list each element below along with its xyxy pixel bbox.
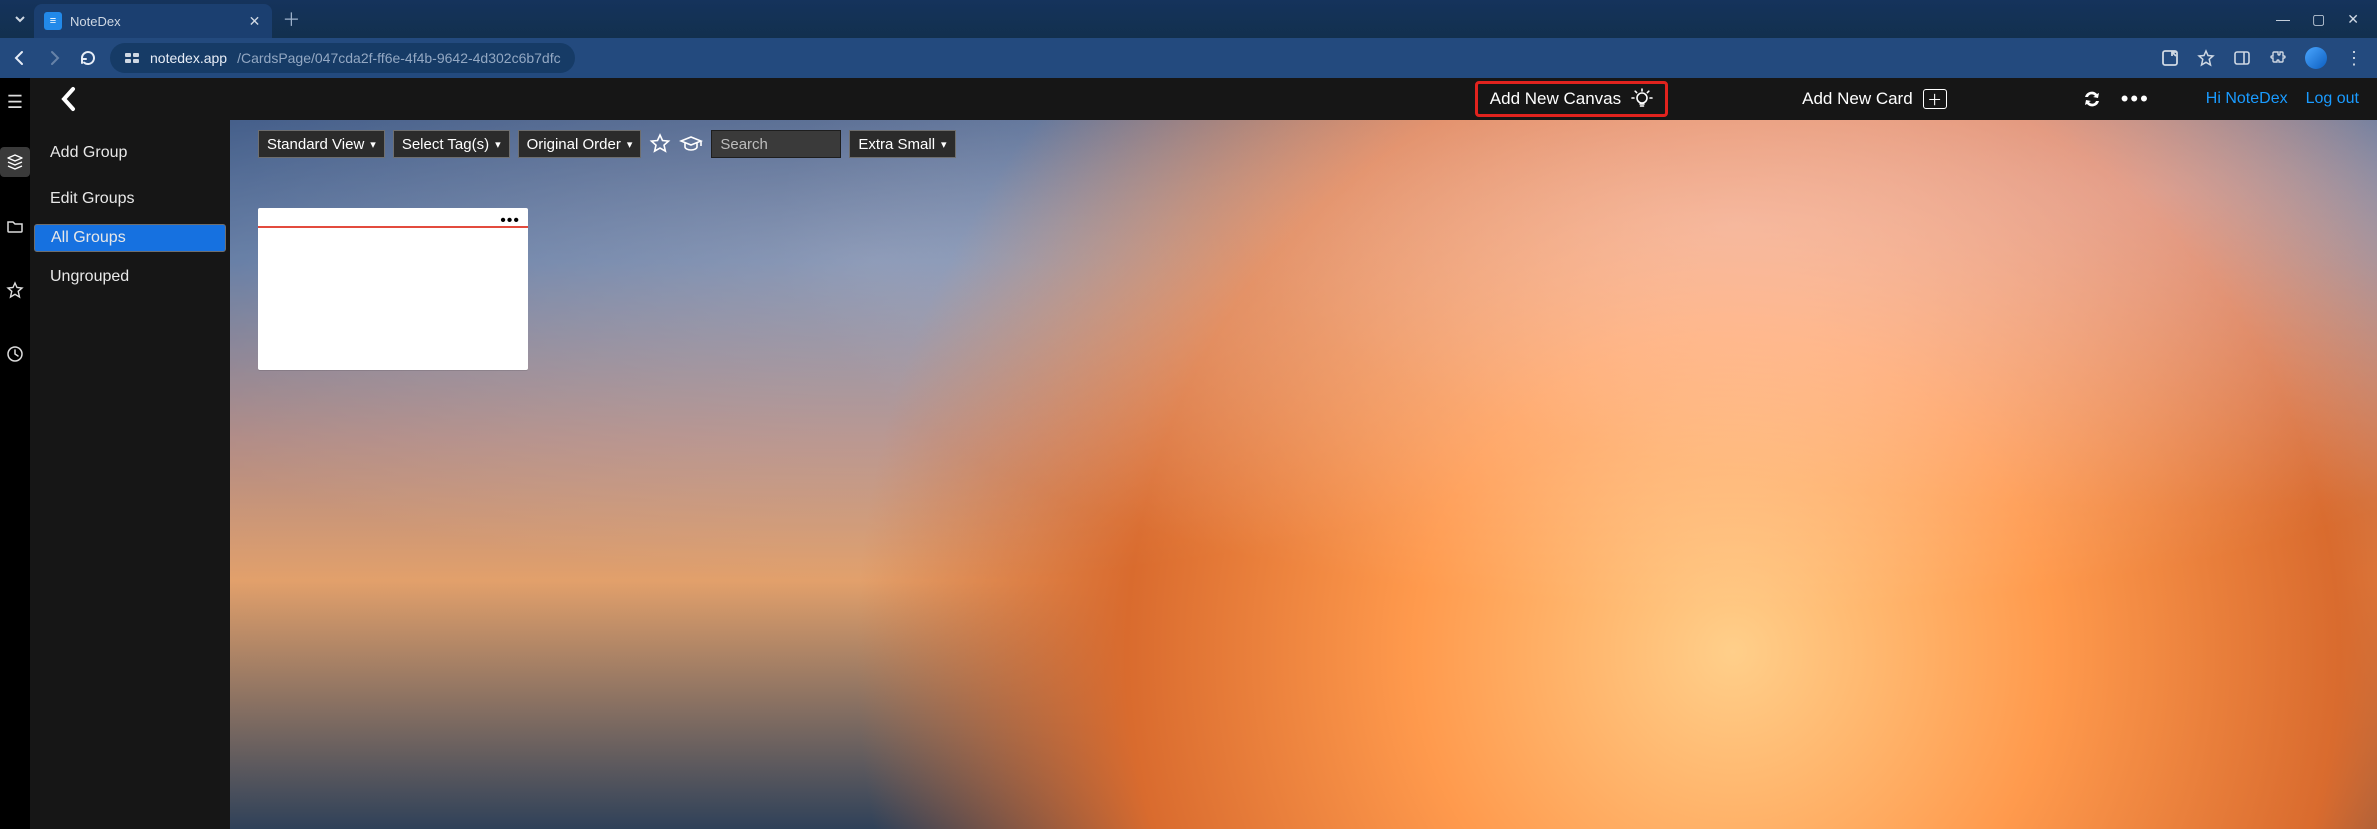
sidebar-item-all-groups[interactable]: All Groups <box>34 224 226 252</box>
plus-icon: ＋ <box>1923 89 1947 109</box>
add-new-canvas-button[interactable]: Add New Canvas <box>1475 81 1668 117</box>
new-tab-button[interactable]: ＋ <box>282 6 300 32</box>
graduation-cap-icon[interactable] <box>679 133 703 155</box>
view-select-label: Standard View <box>267 136 364 153</box>
rail-stacks-icon[interactable] <box>0 147 30 177</box>
greeting-link[interactable]: Hi NoteDex <box>2206 90 2288 108</box>
browser-tab[interactable]: ≡ NoteDex ✕ <box>34 4 272 38</box>
sync-icon[interactable] <box>2081 88 2103 110</box>
tab-favicon: ≡ <box>44 12 62 30</box>
browser-menu-icon[interactable]: ⋮ <box>2345 48 2363 69</box>
nav-reload-button[interactable] <box>76 46 100 70</box>
main-canvas: Standard View ▾ Select Tag(s) ▾ Original… <box>230 78 2377 829</box>
url-path: /CardsPage/047cda2f-ff6e-4f4b-9642-4d302… <box>237 50 561 66</box>
window-titlebar: ≡ NoteDex ✕ ＋ ― ▢ ✕ <box>0 0 2377 38</box>
site-settings-icon[interactable] <box>124 50 140 66</box>
address-bar[interactable]: notedex.app/CardsPage/047cda2f-ff6e-4f4b… <box>110 43 575 73</box>
sidebar-item-edit-groups[interactable]: Edit Groups <box>34 178 226 220</box>
chevron-down-icon: ▾ <box>627 138 633 151</box>
lightbulb-icon <box>1631 88 1653 110</box>
view-select[interactable]: Standard View ▾ <box>258 130 385 158</box>
side-panel-icon[interactable] <box>2233 49 2251 67</box>
tab-title: NoteDex <box>70 14 121 29</box>
order-select-label: Original Order <box>527 136 621 153</box>
rail-star-icon[interactable] <box>0 275 30 305</box>
profile-avatar[interactable] <box>2305 47 2327 69</box>
card-header-rule <box>258 226 528 228</box>
window-close-icon[interactable]: ✕ <box>2347 11 2359 28</box>
add-card-label: Add New Card <box>1802 89 1913 109</box>
left-rail: ☰ <box>0 78 30 829</box>
chevron-down-icon: ▾ <box>941 138 947 151</box>
browser-toolbar: notedex.app/CardsPage/047cda2f-ff6e-4f4b… <box>0 38 2377 78</box>
star-filter-icon[interactable] <box>649 133 671 155</box>
nav-back-button[interactable] <box>8 46 32 70</box>
sidebar-item-add-group[interactable]: Add Group <box>34 132 226 174</box>
rail-recent-icon[interactable] <box>0 339 30 369</box>
note-card[interactable]: ••• <box>258 208 528 370</box>
cards-toolbar: Standard View ▾ Select Tag(s) ▾ Original… <box>258 130 956 158</box>
window-minimize-icon[interactable]: ― <box>2276 11 2290 28</box>
bookmark-star-icon[interactable] <box>2197 49 2215 67</box>
app-back-button[interactable] <box>54 84 84 114</box>
order-select[interactable]: Original Order ▾ <box>518 130 642 158</box>
window-maximize-icon[interactable]: ▢ <box>2312 11 2325 28</box>
background-image <box>230 120 2377 829</box>
more-menu-icon[interactable]: ••• <box>2121 86 2150 112</box>
add-canvas-label: Add New Canvas <box>1490 89 1621 109</box>
install-app-icon[interactable] <box>2161 49 2179 67</box>
card-menu-icon[interactable]: ••• <box>500 212 520 230</box>
tab-list-dropdown[interactable] <box>6 5 34 33</box>
tab-close-icon[interactable]: ✕ <box>249 13 261 30</box>
app-header: Add New Canvas Add New Card ＋ ••• Hi Not… <box>46 78 2377 120</box>
tags-select-label: Select Tag(s) <box>402 136 489 153</box>
url-domain: notedex.app <box>150 50 227 66</box>
chevron-down-icon: ▾ <box>495 138 501 151</box>
logout-link[interactable]: Log out <box>2306 90 2359 108</box>
groups-sidebar: Add Group Edit Groups All Groups Ungroup… <box>30 78 230 829</box>
add-new-card-button[interactable]: Add New Card ＋ <box>1794 85 1955 113</box>
nav-forward-button[interactable] <box>42 46 66 70</box>
rail-folder-icon[interactable] <box>0 211 30 241</box>
sidebar-item-ungrouped[interactable]: Ungrouped <box>34 256 226 298</box>
extensions-icon[interactable] <box>2269 49 2287 67</box>
size-select-label: Extra Small <box>858 136 935 153</box>
search-input[interactable] <box>711 130 841 158</box>
menu-icon[interactable]: ☰ <box>7 92 23 113</box>
tags-select[interactable]: Select Tag(s) ▾ <box>393 130 510 158</box>
size-select[interactable]: Extra Small ▾ <box>849 130 955 158</box>
chevron-down-icon: ▾ <box>370 138 376 151</box>
